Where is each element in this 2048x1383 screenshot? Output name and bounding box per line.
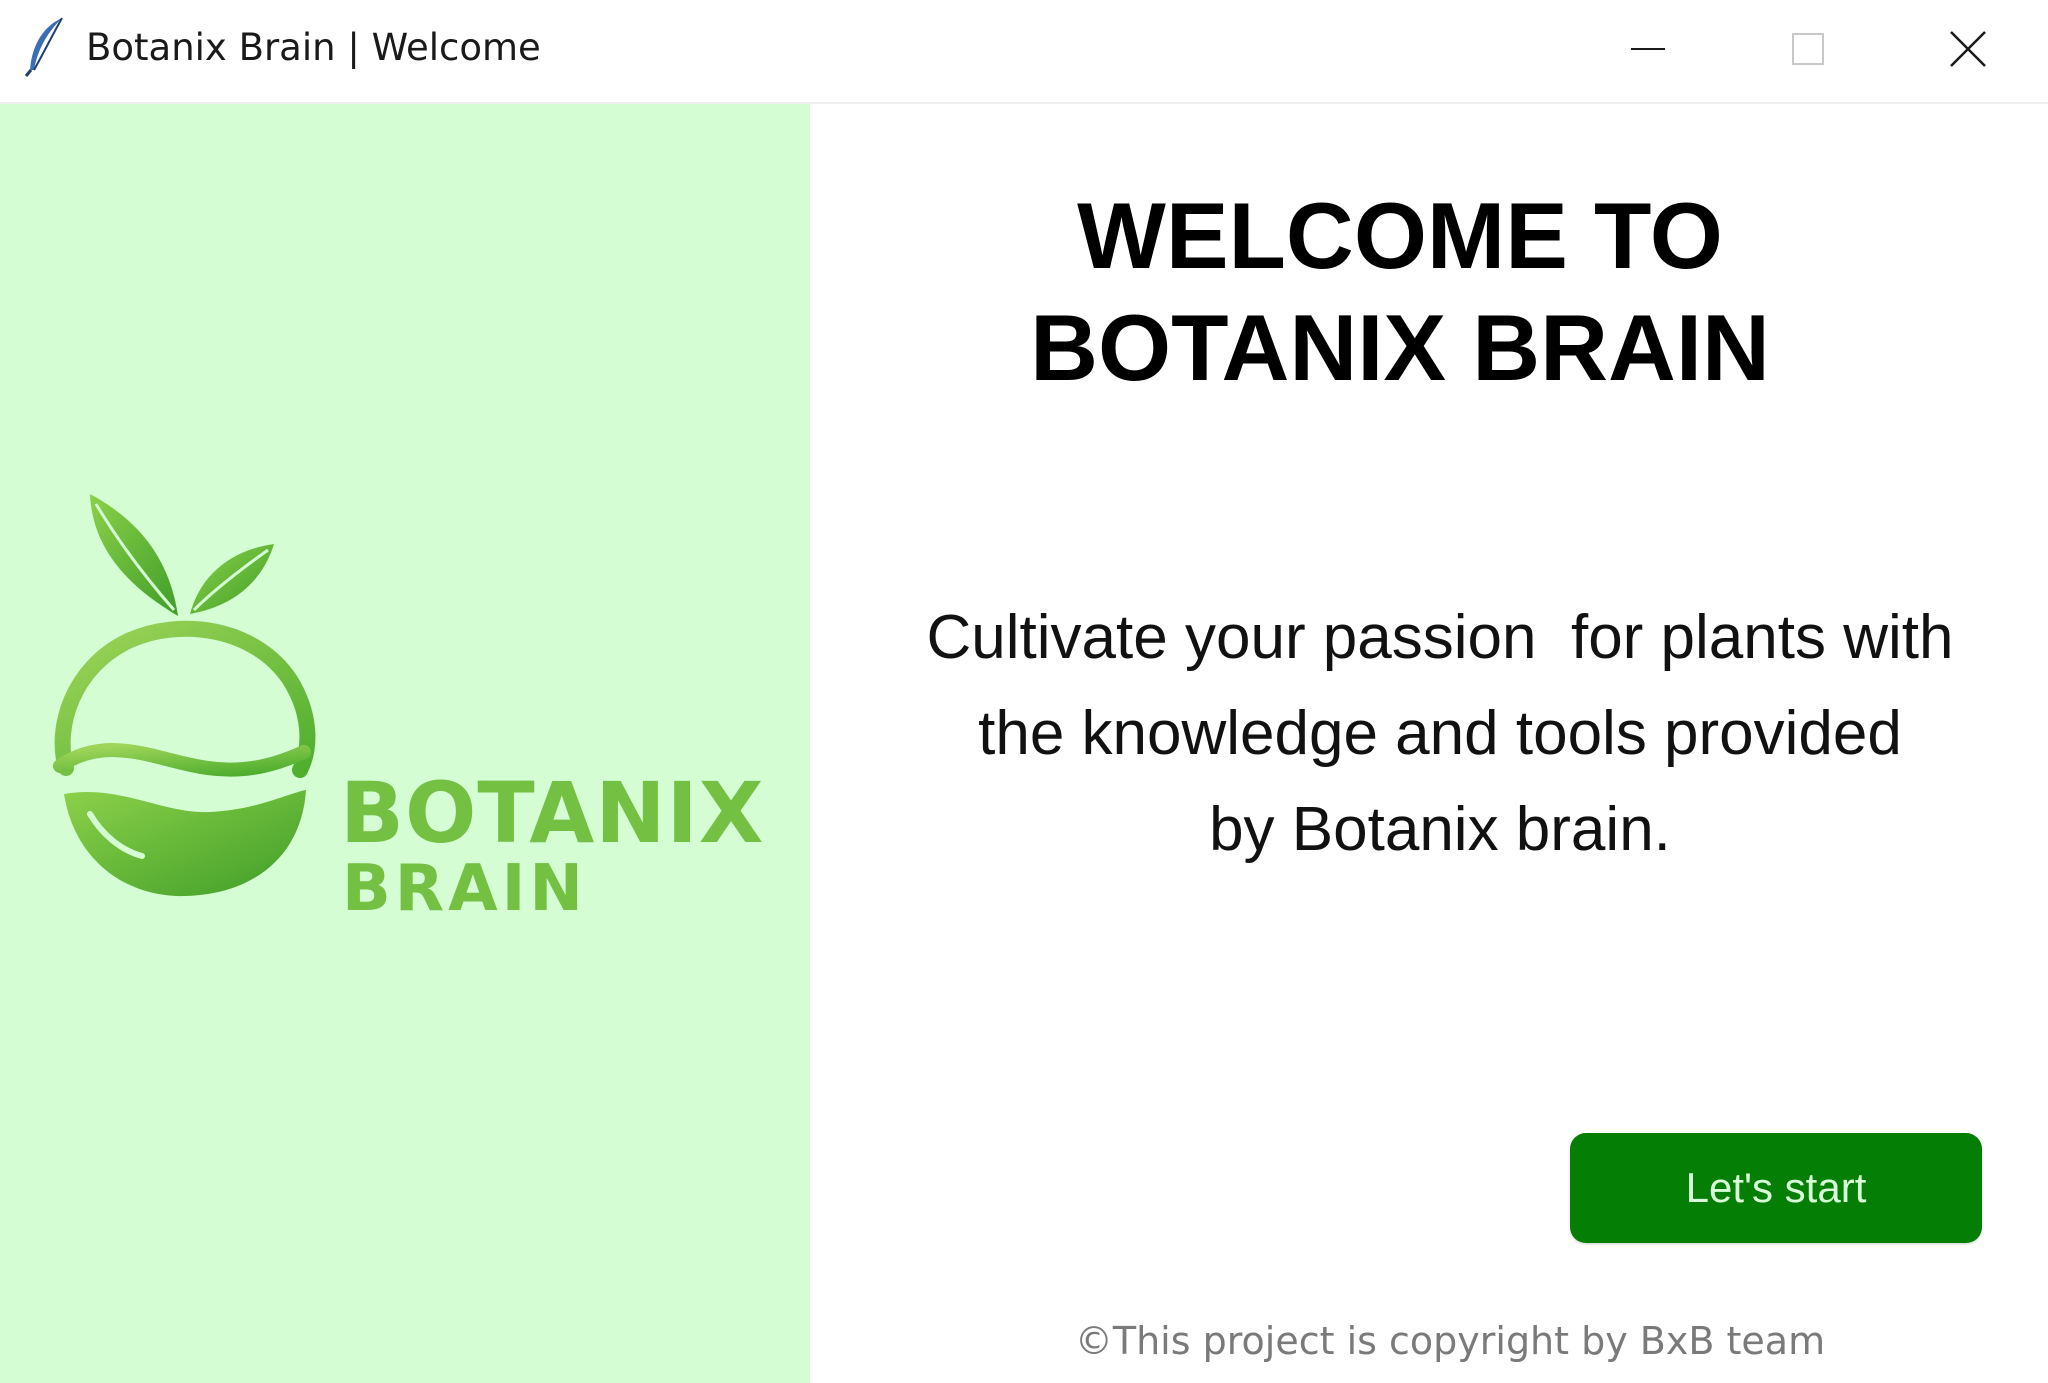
maximize-icon [1792,33,1824,65]
copyright-notice: ©This project is copyright by BxB team [1074,1319,1826,1363]
logo-text-brain: BRAIN [342,852,587,926]
heading-line: WELCOME TO [1077,183,1723,288]
heading-line: BOTANIX BRAIN [1030,295,1770,400]
maximize-button[interactable] [1728,0,1888,98]
minimize-icon [1631,48,1665,50]
minimize-button[interactable] [1568,0,1728,98]
close-icon [1950,31,1986,67]
welcome-window: Botanix Brain | Welcome BOTANIX BRAIN WE… [0,0,2048,1383]
feather-icon [24,17,63,77]
description-line: the knowledge and tools provided [978,699,1902,768]
description-line: by Botanix brain. [1209,795,1671,864]
window-title: Botanix Brain | Welcome [86,26,541,69]
welcome-description: Cultivate your passion for plants with t… [850,590,2030,878]
welcome-heading: WELCOME TO BOTANIX BRAIN [860,180,1940,404]
logo-text-botanix: BOTANIX [340,764,765,862]
close-button[interactable] [1888,0,2048,98]
title-bar[interactable]: Botanix Brain | Welcome [0,0,2048,104]
logo-panel: BOTANIX BRAIN [0,104,810,1383]
apple-leaf-logo-icon [53,494,316,897]
lets-start-button[interactable]: Let's start [1570,1133,1982,1243]
description-line: Cultivate your passion for plants with [926,603,1954,672]
